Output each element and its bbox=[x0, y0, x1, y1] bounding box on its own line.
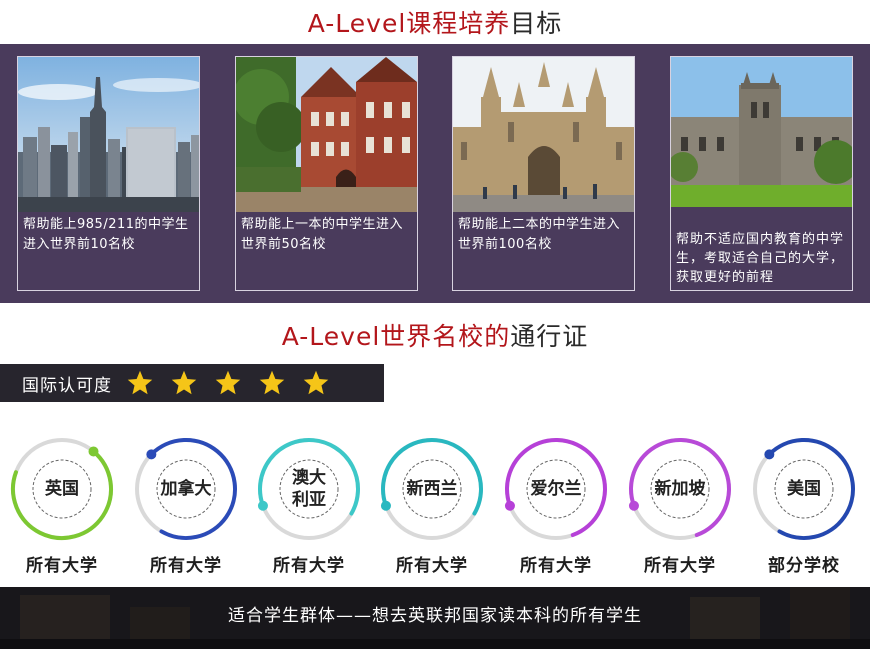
section-title-goals-red: A-Level课程培养 bbox=[307, 9, 511, 38]
country-name: 澳大 利亚 bbox=[292, 468, 326, 510]
country-universities-label: 所有大学 bbox=[396, 556, 468, 576]
stone-tower-photo bbox=[671, 57, 852, 207]
recognition-bar: 国际认可度 bbox=[0, 364, 384, 402]
goal-card-3-caption: 帮助能上二本的中学生进入世界前100名校 bbox=[458, 217, 621, 252]
star-icon bbox=[171, 370, 197, 395]
goal-card-1-caption: 帮助能上985/211的中学生进入世界前10名校 bbox=[23, 217, 189, 252]
footer-banner: 适合学生群体——想去英联邦国家读本科的所有学生 bbox=[0, 587, 870, 649]
country-item: 加拿大 所有大学 bbox=[132, 436, 244, 586]
country-name: 新西兰 bbox=[406, 479, 458, 499]
footer-text: 适合学生群体——想去英联邦国家读本科的所有学生 bbox=[228, 606, 642, 626]
country-universities-label: 所有大学 bbox=[273, 556, 345, 576]
country-item: 澳大 利亚 所有大学 bbox=[255, 436, 367, 586]
section-title-goals-dark: 目标 bbox=[510, 9, 563, 38]
country-universities-label: 所有大学 bbox=[644, 556, 716, 576]
country-item: 爱尔兰 所有大学 bbox=[502, 436, 614, 586]
star-icon bbox=[303, 370, 329, 395]
country-name: 英国 bbox=[45, 479, 79, 499]
star-rating bbox=[126, 369, 346, 397]
skyline-photo bbox=[18, 57, 199, 212]
recognition-label: 国际认可度 bbox=[22, 375, 112, 396]
goal-card-4-caption: 帮助不适应国内教育的中学生，考取适合自己的大学，获取更好的前程 bbox=[676, 232, 845, 285]
goal-card-2: 帮助能上一本的中学生进入世界前50名校 bbox=[235, 56, 418, 291]
goals-band: 帮助能上985/211的中学生进入世界前10名校 帮助能上一本的中学生进入世界前… bbox=[0, 44, 870, 303]
section-title-passport-dark: 通行证 bbox=[510, 322, 589, 351]
country-universities-label: 部分学校 bbox=[768, 556, 840, 576]
section-title-passport-red: A-Level世界名校的 bbox=[281, 322, 511, 351]
country-item: 英国 所有大学 bbox=[8, 436, 120, 586]
country-name: 加拿大 bbox=[160, 479, 212, 499]
country-universities-label: 所有大学 bbox=[520, 556, 592, 576]
goal-card-1: 帮助能上985/211的中学生进入世界前10名校 bbox=[17, 56, 200, 291]
star-icon bbox=[127, 370, 153, 395]
goal-card-2-caption: 帮助能上一本的中学生进入世界前50名校 bbox=[241, 217, 404, 252]
goal-card-3: 帮助能上二本的中学生进入世界前100名校 bbox=[452, 56, 635, 291]
country-item: 新加坡 所有大学 bbox=[626, 436, 738, 586]
section-title-passport: A-Level世界名校的 通行证 bbox=[0, 312, 870, 358]
goal-card-4: 帮助不适应国内教育的中学生，考取适合自己的大学，获取更好的前程 bbox=[670, 56, 853, 291]
gothic-chapel-photo bbox=[453, 57, 634, 212]
country-item: 美国 部分学校 bbox=[750, 436, 862, 586]
country-universities-label: 所有大学 bbox=[26, 556, 98, 576]
country-name: 爱尔兰 bbox=[530, 479, 582, 499]
country-universities-label: 所有大学 bbox=[150, 556, 222, 576]
country-name: 新加坡 bbox=[654, 479, 706, 499]
country-item: 新西兰 所有大学 bbox=[378, 436, 490, 586]
country-name: 美国 bbox=[787, 479, 821, 499]
star-icon bbox=[215, 370, 241, 395]
star-icon bbox=[259, 370, 285, 395]
brick-college-photo bbox=[236, 57, 417, 212]
section-title-goals: A-Level课程培养 目标 bbox=[0, 0, 870, 44]
